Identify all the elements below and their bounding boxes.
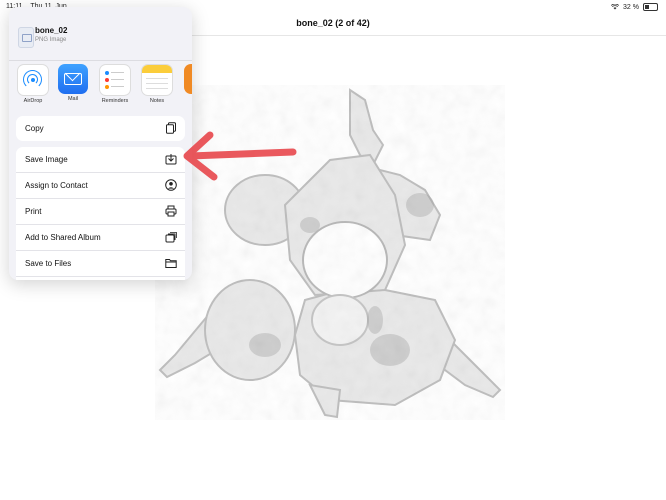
share-app-notes[interactable]: Notes — [136, 64, 178, 104]
battery-percentage: 32 % — [623, 3, 639, 11]
mail-icon — [58, 64, 88, 94]
books-icon — [184, 64, 192, 94]
share-app-books[interactable]: B — [178, 64, 192, 102]
toolbar-divider — [190, 35, 666, 36]
share-sheet-header: bone_02 PNG Image — [9, 7, 192, 57]
share-app-label: Notes — [149, 98, 165, 104]
share-app-label: Reminders — [101, 98, 129, 104]
folder-icon — [165, 257, 177, 269]
actions-group: Save Image Assign to Contact Print Add t… — [16, 147, 185, 280]
shared-album-icon — [165, 231, 177, 243]
action-label: Copy — [25, 124, 44, 133]
add-to-shared-album-action[interactable]: Add to Shared Album — [16, 225, 185, 251]
action-label: Add to Shared Album — [25, 233, 101, 242]
save-image-action[interactable]: Save Image — [16, 147, 185, 173]
print-action[interactable]: Print — [16, 199, 185, 225]
copy-group: Copy — [16, 116, 185, 141]
header-divider — [9, 60, 192, 61]
action-label: Assign to Contact — [25, 181, 88, 190]
share-app-label: AirDrop — [23, 98, 43, 104]
share-app-mail[interactable]: Mail — [52, 64, 94, 102]
airdrop-icon — [17, 64, 49, 96]
notes-icon — [141, 64, 173, 96]
reminders-icon — [99, 64, 131, 96]
share-app-label: B — [178, 96, 192, 102]
share-apps-row: AirDrop Mail Reminders Notes — [9, 64, 192, 114]
share-app-airdrop[interactable]: AirDrop — [12, 64, 54, 104]
share-app-reminders[interactable]: Reminders — [94, 64, 136, 104]
battery-icon — [643, 3, 658, 11]
file-type: PNG Image — [35, 37, 67, 43]
wifi-icon — [611, 4, 620, 10]
share-sheet: bone_02 PNG Image AirDrop Mail Reminders… — [9, 7, 192, 280]
action-label: Save Image — [25, 155, 68, 164]
status-right: 32 % — [611, 3, 658, 11]
assign-to-contact-action[interactable]: Assign to Contact — [16, 173, 185, 199]
share-app-label: Mail — [67, 96, 79, 102]
annotation-arrow — [183, 131, 297, 181]
printer-icon — [165, 205, 177, 217]
copy-action[interactable]: Copy — [16, 116, 185, 141]
action-label: Save to Files — [25, 259, 72, 268]
more-actions-row[interactable] — [16, 277, 185, 280]
action-label: Print — [25, 207, 42, 216]
file-name: bone_02 — [35, 26, 68, 35]
save-to-files-action[interactable]: Save to Files — [16, 251, 185, 277]
file-thumbnail — [18, 27, 34, 48]
